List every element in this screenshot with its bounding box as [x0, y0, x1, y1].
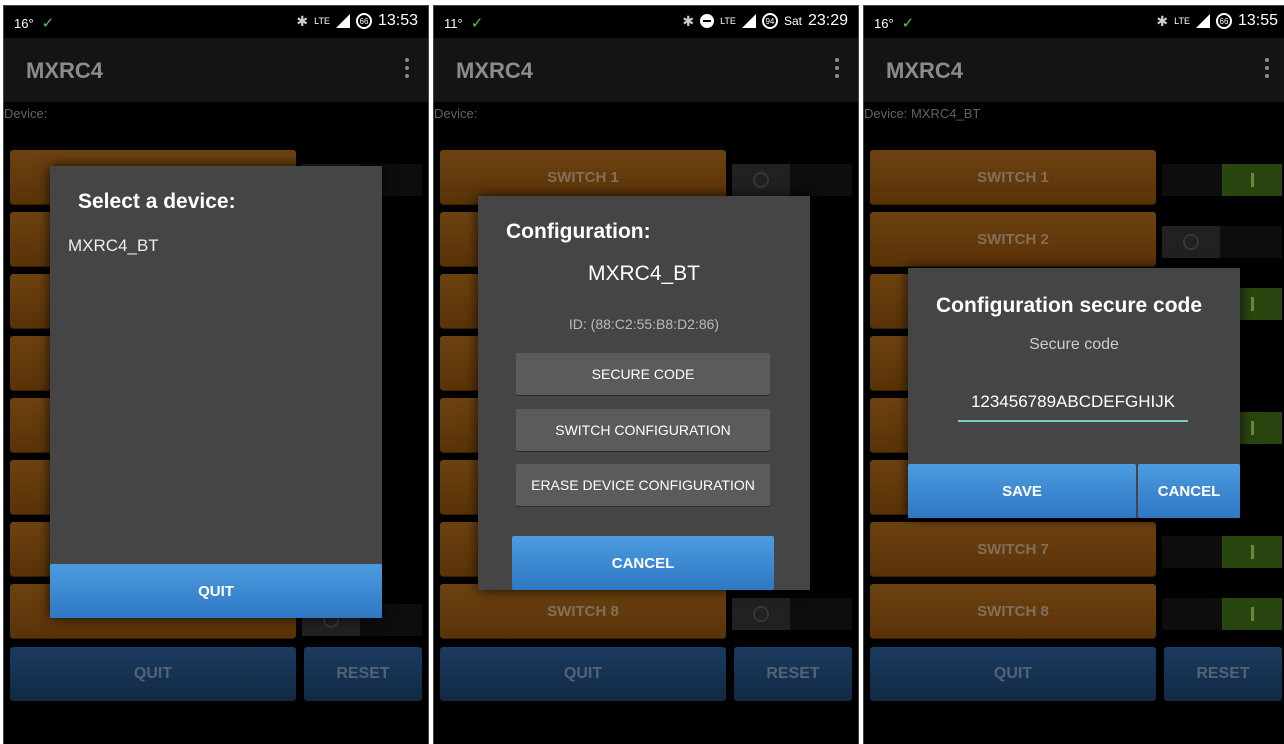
secure-code-input[interactable]: 123456789ABCDEFGHIJK: [958, 392, 1188, 422]
overflow-menu-icon[interactable]: [834, 58, 840, 82]
battery-icon: 94: [761, 13, 778, 29]
status-bar: 16° ✓ ✱ LTE 66 13:55: [864, 6, 1284, 38]
action-bar: MXRC4: [864, 38, 1284, 102]
app-title: MXRC4: [456, 58, 534, 83]
lte-icon: LTE: [314, 16, 330, 26]
select-device-dialog: Select a device: MXRC4_BT QUIT: [50, 166, 382, 618]
day-label: Sat: [783, 14, 802, 28]
device-list-item[interactable]: MXRC4_BT: [68, 236, 159, 256]
phone-screen-secure-code: 16° ✓ ✱ LTE 66 13:55 MXRC4 Device: MXRC4_…: [863, 5, 1284, 744]
status-bar: 16° ✓ ✱ LTE 66 13:53: [4, 6, 428, 38]
signal-icon: [741, 14, 756, 28]
erase-configuration-button[interactable]: ERASE DEVICE CONFIGURATION: [516, 464, 770, 506]
temperature: 16°: [14, 16, 34, 31]
save-button[interactable]: SAVE: [908, 464, 1136, 518]
clock: 23:29: [807, 12, 848, 29]
clock: 13:53: [377, 12, 418, 29]
check-icon: ✓: [41, 15, 55, 32]
app-title: MXRC4: [886, 58, 964, 83]
phone-screen-configuration: 11° ✓ ✱ LTE 94 Sat 23:29 MXRC4 Device: SW…: [433, 5, 859, 744]
device-id: ID: (88:C2:55:B8:D2:86): [568, 316, 720, 332]
cancel-button[interactable]: CANCEL: [1138, 464, 1240, 518]
signal-icon: [1195, 14, 1210, 28]
switch-configuration-button[interactable]: SWITCH CONFIGURATION: [516, 409, 770, 451]
secure-code-button[interactable]: SECURE CODE: [516, 353, 770, 395]
bluetooth-icon: ✱: [1156, 12, 1169, 29]
action-bar: MXRC4: [4, 38, 428, 102]
lte-icon: LTE: [720, 16, 736, 26]
clock: 13:55: [1237, 12, 1278, 29]
dialog-title: Select a device:: [78, 190, 236, 213]
temperature: 16°: [874, 16, 894, 31]
dialog-subtitle: Secure code: [1029, 336, 1119, 353]
do-not-disturb-icon: [700, 14, 715, 28]
dialog-quit-button[interactable]: QUIT: [50, 564, 382, 618]
battery-icon: 66: [1215, 13, 1232, 29]
battery-icon: 66: [355, 13, 372, 29]
dialog-title: Configuration:: [506, 220, 651, 243]
signal-icon: [335, 14, 350, 28]
overflow-menu-icon[interactable]: [404, 58, 410, 82]
phone-screen-device-select: 16° ✓ ✱ LTE 66 13:53 MXRC4 Device: QUIT R…: [3, 5, 429, 744]
check-icon: ✓: [470, 15, 484, 32]
bluetooth-icon: ✱: [682, 12, 695, 29]
temperature: 11°: [444, 16, 463, 31]
device-name: MXRC4_BT: [587, 262, 701, 285]
overflow-menu-icon[interactable]: [1264, 58, 1270, 82]
status-bar: 11° ✓ ✱ LTE 94 Sat 23:29: [434, 6, 858, 38]
configuration-dialog: Configuration: MXRC4_BT ID: (88:C2:55:B8…: [478, 196, 810, 590]
check-icon: ✓: [901, 15, 915, 32]
bluetooth-icon: ✱: [296, 12, 309, 29]
action-bar: MXRC4: [434, 38, 858, 102]
secure-code-dialog: Configuration secure code Secure code 12…: [908, 268, 1240, 518]
app-title: MXRC4: [26, 58, 104, 83]
dialog-cancel-button[interactable]: CANCEL: [512, 536, 774, 590]
lte-icon: LTE: [1174, 16, 1190, 26]
dialog-title: Configuration secure code: [936, 294, 1203, 317]
